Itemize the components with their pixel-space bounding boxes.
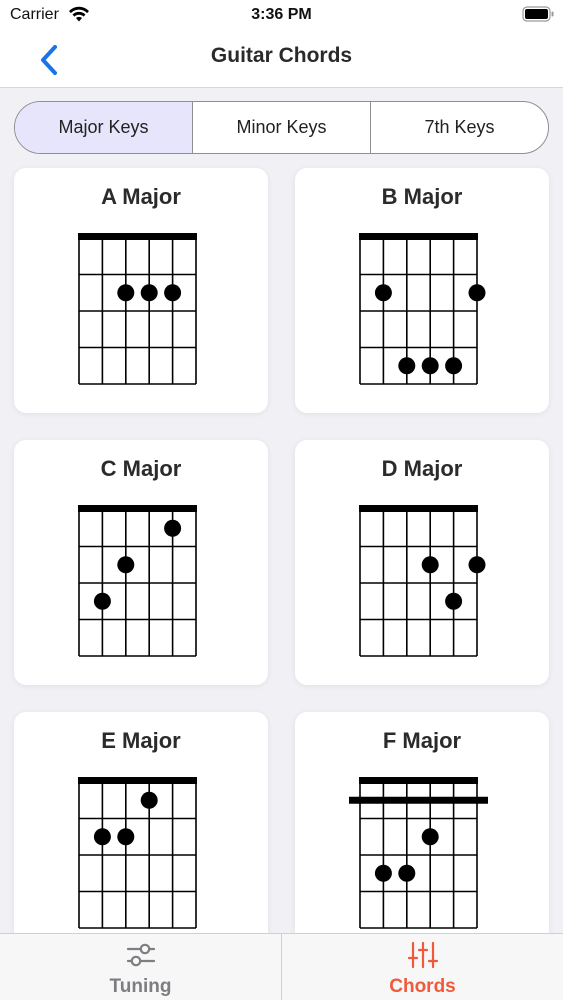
- chord-title: B Major: [381, 184, 463, 209]
- finger-dot: [374, 864, 392, 882]
- page-title: Guitar Chords: [210, 44, 353, 67]
- nut: [78, 777, 197, 784]
- tab-bar: Tuning Chords: [0, 933, 563, 1000]
- finger-dot: [374, 284, 392, 302]
- finger-dot: [117, 284, 135, 302]
- finger-dot: [398, 864, 416, 882]
- chord-card-b-major[interactable]: B Major: [295, 168, 549, 413]
- finger-dot: [117, 556, 135, 574]
- chord-title: F Major: [382, 728, 462, 753]
- finger-dot: [93, 828, 111, 846]
- segment-7th-keys[interactable]: 7th Keys: [371, 102, 548, 153]
- chord-card-e-major[interactable]: E Major: [14, 712, 268, 957]
- battery-icon: [522, 6, 554, 22]
- finger-dot: [421, 357, 439, 375]
- navigation-bar: Guitar Chords: [0, 30, 563, 88]
- nut: [359, 233, 478, 240]
- finger-dot: [164, 284, 182, 302]
- finger-dot: [164, 519, 182, 537]
- key-type-segmented-control: Major Keys Minor Keys 7th Keys: [14, 101, 549, 154]
- chord-card-a-major[interactable]: A Major: [14, 168, 268, 413]
- finger-dot: [445, 592, 463, 610]
- nut: [78, 233, 197, 240]
- sliders-vertical-icon: [407, 941, 438, 969]
- finger-dot: [468, 284, 486, 302]
- nut: [359, 777, 478, 784]
- chord-card-c-major[interactable]: C Major: [14, 440, 268, 685]
- tab-label: Chords: [389, 976, 456, 997]
- chord-card-f-major[interactable]: F Major: [295, 712, 549, 957]
- finger-dot: [140, 791, 158, 809]
- segment-major-keys[interactable]: Major Keys: [15, 102, 193, 153]
- nut: [359, 505, 478, 512]
- finger-dot: [468, 556, 486, 574]
- chord-title: C Major: [100, 456, 182, 481]
- chord-title: A Major: [101, 184, 181, 209]
- chord-card-d-major[interactable]: D Major: [295, 440, 549, 685]
- finger-dot: [398, 357, 416, 375]
- chord-title: D Major: [381, 456, 463, 481]
- clock: 3:36 PM: [251, 6, 312, 23]
- sliders-horizontal-icon: [126, 943, 155, 967]
- finger-dot: [93, 592, 111, 610]
- tab-chords[interactable]: Chords: [281, 934, 563, 1000]
- chord-title: E Major: [101, 728, 181, 753]
- finger-dot: [445, 357, 463, 375]
- segment-minor-keys[interactable]: Minor Keys: [193, 102, 371, 153]
- status-bar: Carrier 3:36 PM: [0, 0, 563, 30]
- barre-bar: [349, 796, 488, 804]
- nut: [78, 505, 197, 512]
- tab-tuning[interactable]: Tuning: [0, 934, 281, 1000]
- tab-label: Tuning: [109, 976, 172, 997]
- finger-dot: [421, 828, 439, 846]
- finger-dot: [140, 284, 158, 302]
- finger-dot: [421, 556, 439, 574]
- finger-dot: [117, 828, 135, 846]
